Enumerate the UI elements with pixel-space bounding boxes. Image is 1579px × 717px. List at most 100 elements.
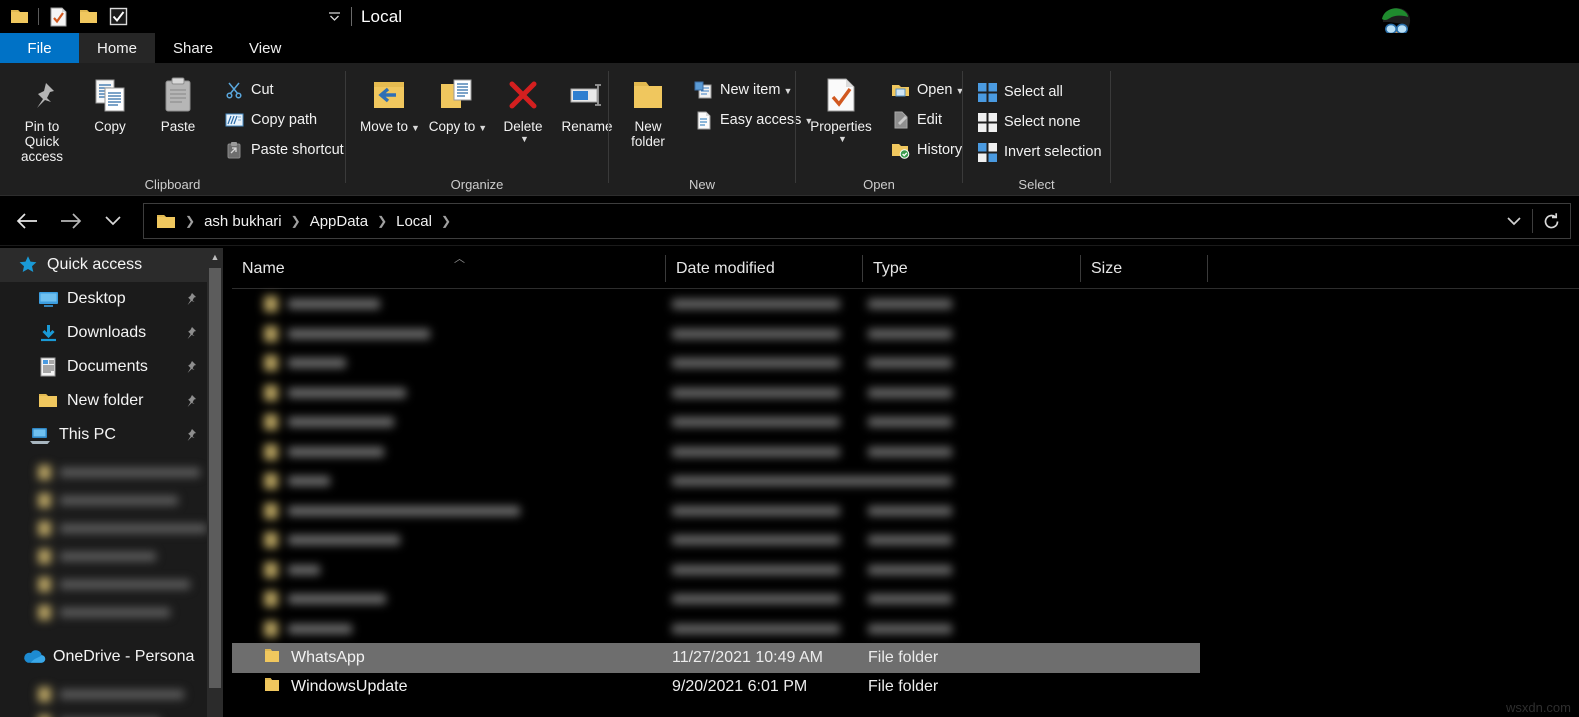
- documents-icon: [36, 357, 60, 377]
- properties-icon[interactable]: [43, 3, 73, 31]
- breadcrumb-item-user[interactable]: ash bukhari: [200, 213, 286, 230]
- refresh-button[interactable]: [1533, 204, 1570, 238]
- previous-locations-button[interactable]: [1495, 204, 1532, 238]
- breadcrumb-separator-icon[interactable]: ❯: [372, 214, 392, 228]
- table-row[interactable]: [232, 525, 1579, 555]
- column-header-row: ︿ Name Date modified Type Size: [232, 248, 1579, 289]
- properties-button[interactable]: Properties ▼: [802, 69, 880, 144]
- copy-path-button[interactable]: Copy path: [218, 105, 350, 135]
- move-to-icon: [370, 74, 410, 116]
- address-bar[interactable]: ❯ ash bukhari ❯ AppData ❯ Local ❯: [143, 203, 1571, 239]
- table-row[interactable]: [232, 319, 1579, 349]
- recent-locations-button[interactable]: [96, 204, 130, 238]
- sidebar-blurred-group-one: [38, 458, 207, 626]
- folder-icon[interactable]: [4, 3, 34, 31]
- table-row[interactable]: [232, 378, 1579, 408]
- sidebar-item-downloads[interactable]: Downloads: [0, 316, 207, 350]
- tab-view[interactable]: View: [231, 33, 299, 63]
- tab-home[interactable]: Home: [79, 33, 156, 63]
- new-folder-icon[interactable]: [73, 3, 103, 31]
- column-header-name[interactable]: Name: [232, 248, 665, 289]
- folder-icon: [264, 561, 278, 578]
- list-item[interactable]: [38, 598, 207, 626]
- move-to-button[interactable]: Move to ▼: [356, 69, 424, 136]
- paste-shortcut-button[interactable]: Paste shortcut: [218, 135, 350, 165]
- table-row[interactable]: [232, 496, 1579, 526]
- customize-toolbar-dropdown[interactable]: [319, 3, 349, 31]
- back-button[interactable]: [10, 204, 44, 238]
- file-rows: WhatsApp 11/27/2021 10:49 AM File folder…: [232, 289, 1579, 717]
- table-row[interactable]: WhatsApp 11/27/2021 10:49 AM File folder: [232, 643, 1200, 673]
- properties-icon: [825, 74, 857, 116]
- forward-button[interactable]: [54, 204, 88, 238]
- pin-icon[interactable]: [182, 325, 198, 346]
- sidebar-item-desktop[interactable]: Desktop: [0, 282, 207, 316]
- sidebar-item-documents[interactable]: Documents: [0, 350, 207, 384]
- folder-icon: [38, 520, 51, 536]
- sidebar-item-onedrive[interactable]: OneDrive - Persona: [0, 640, 207, 674]
- list-item[interactable]: [38, 514, 207, 542]
- edit-label: Edit: [917, 112, 942, 128]
- open-button[interactable]: Open ▼: [884, 75, 970, 105]
- select-all-button[interactable]: Select all: [971, 77, 1108, 107]
- copy-button[interactable]: Copy: [76, 69, 144, 134]
- column-divider[interactable]: [1207, 255, 1208, 282]
- select-none-icon: [977, 112, 997, 132]
- sidebar-item-quick-access[interactable]: Quick access: [0, 248, 207, 282]
- pin-icon[interactable]: [182, 291, 198, 312]
- list-item[interactable]: [38, 570, 207, 598]
- new-folder-button[interactable]: New folder: [617, 69, 679, 149]
- history-icon: [890, 140, 910, 160]
- breadcrumb-item-appdata[interactable]: AppData: [306, 213, 372, 230]
- list-item[interactable]: [38, 542, 207, 570]
- cut-button[interactable]: Cut: [218, 75, 350, 105]
- delete-button[interactable]: Delete ▼: [492, 69, 554, 144]
- folder-icon[interactable]: [152, 213, 180, 230]
- column-header-size[interactable]: Size: [1081, 248, 1207, 289]
- list-item[interactable]: [38, 680, 207, 708]
- paste-button[interactable]: Paste: [144, 69, 212, 134]
- sidebar-item-new-folder[interactable]: New folder: [0, 384, 207, 418]
- file-list-view: ︿ Name Date modified Type Size WhatsApp …: [232, 248, 1579, 717]
- table-row[interactable]: [232, 614, 1579, 644]
- folder-icon: [38, 492, 51, 508]
- invert-selection-button[interactable]: Invert selection: [971, 137, 1108, 167]
- table-row[interactable]: WindowsUpdate 9/20/2021 6:01 PM File fol…: [232, 673, 1579, 703]
- sidebar-item-this-pc[interactable]: This PC: [0, 418, 207, 452]
- scrollbar-thumb[interactable]: [209, 268, 221, 688]
- select-none-button[interactable]: Select none: [971, 107, 1108, 137]
- open-label: Open: [917, 82, 953, 98]
- sidebar-scrollbar[interactable]: ▲: [207, 248, 223, 717]
- paste-shortcut-label: Paste shortcut: [251, 142, 344, 158]
- table-row[interactable]: [232, 466, 1579, 496]
- tab-share[interactable]: Share: [155, 33, 231, 63]
- breadcrumb-separator-icon[interactable]: ❯: [436, 214, 456, 228]
- table-row[interactable]: [232, 348, 1579, 378]
- checkbox-icon[interactable]: [103, 3, 133, 31]
- breadcrumb-separator-icon[interactable]: ❯: [180, 214, 200, 228]
- scroll-up-icon[interactable]: ▲: [207, 248, 223, 265]
- column-header-date-modified[interactable]: Date modified: [666, 248, 862, 289]
- edit-button[interactable]: Edit: [884, 105, 970, 135]
- pin-icon[interactable]: [182, 427, 198, 448]
- clipboard-group-label: Clipboard: [144, 177, 201, 192]
- pin-to-quick-access-button[interactable]: Pin to Quick access: [8, 69, 76, 164]
- table-row[interactable]: [232, 437, 1579, 467]
- table-row[interactable]: [232, 407, 1579, 437]
- pin-icon[interactable]: [182, 359, 198, 380]
- tab-file[interactable]: File: [0, 33, 79, 63]
- list-item[interactable]: [38, 486, 207, 514]
- column-header-type[interactable]: Type: [863, 248, 1080, 289]
- breadcrumb-separator-icon[interactable]: ❯: [286, 214, 306, 228]
- copy-to-button[interactable]: Copy to ▼: [424, 69, 492, 136]
- folder-icon: [38, 604, 51, 620]
- history-button[interactable]: History: [884, 135, 970, 165]
- rename-icon: [567, 74, 607, 116]
- table-row[interactable]: [232, 584, 1579, 614]
- table-row[interactable]: [232, 555, 1579, 585]
- list-item[interactable]: [38, 708, 207, 717]
- pin-icon[interactable]: [182, 393, 198, 414]
- list-item[interactable]: [38, 458, 207, 486]
- table-row[interactable]: [232, 289, 1579, 319]
- breadcrumb-item-local[interactable]: Local: [392, 213, 436, 230]
